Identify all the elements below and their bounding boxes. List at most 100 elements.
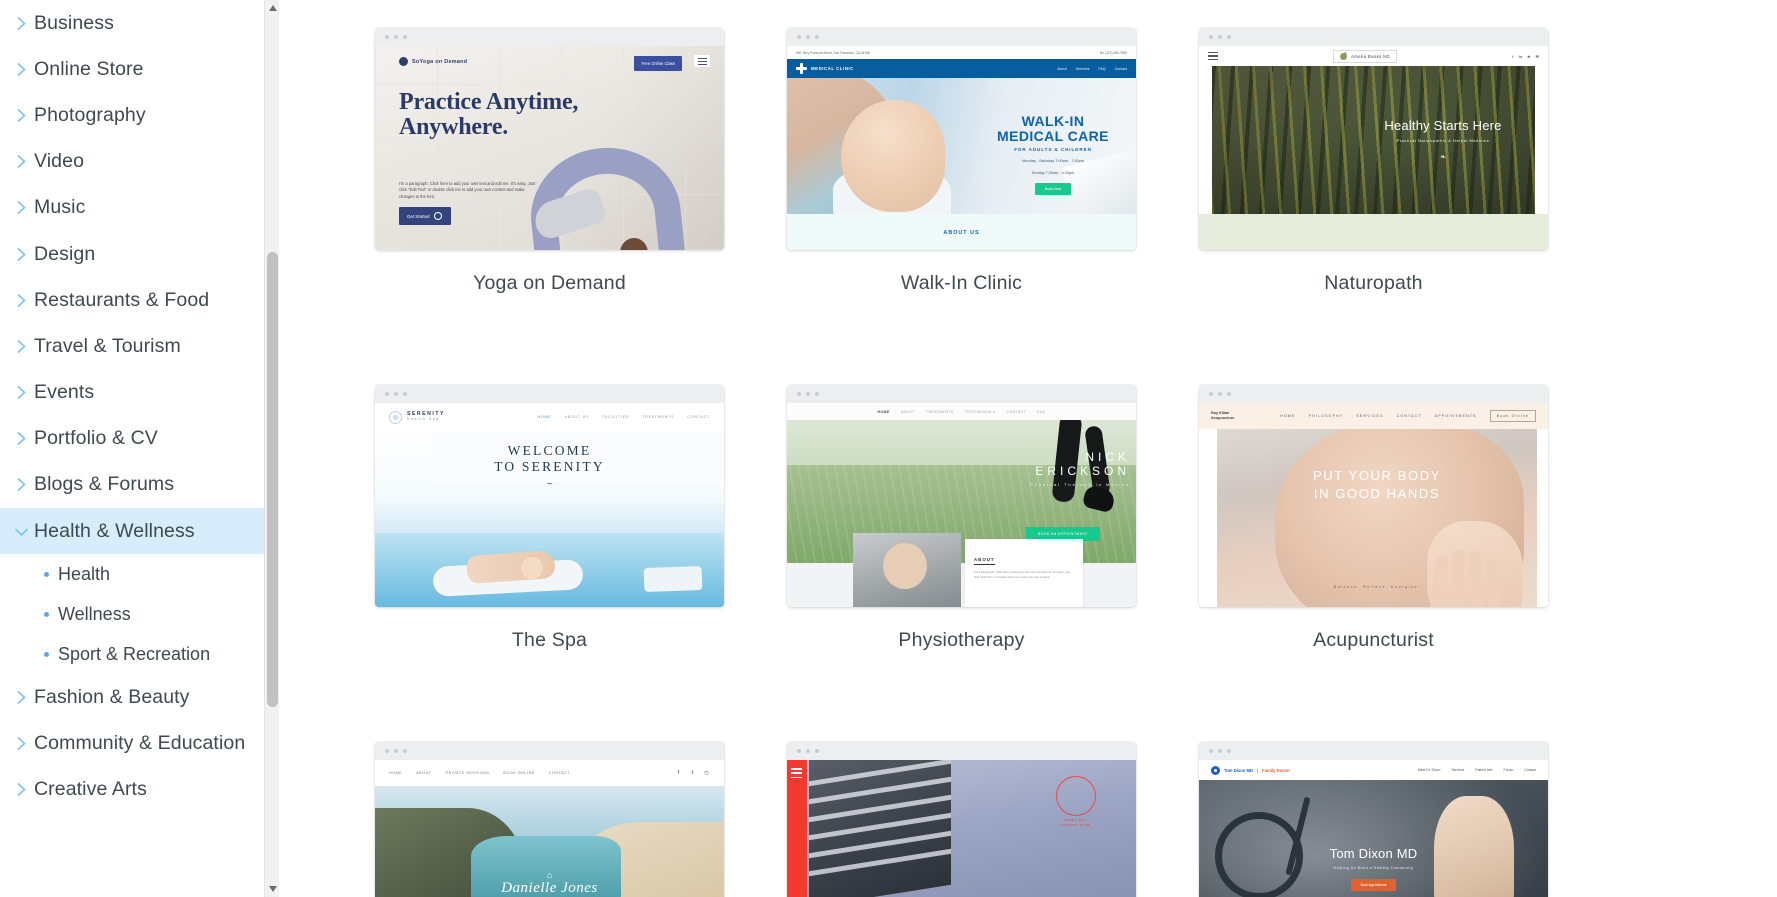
sidebar-item-label: Health & Wellness	[34, 519, 195, 542]
physio-nav-item-about[interactable]: ABOUT	[901, 410, 915, 414]
template-card-acupuncturist[interactable]: Ray Kilian Acupuncture HOME PHILOSOPHY S…	[1199, 385, 1611, 652]
sidebar-scrollbar[interactable]	[264, 0, 279, 897]
template-preview-danielle-jones: HOME ABOUT PRIVATE SESSIONS BOOK ONLINE …	[375, 760, 724, 897]
template-card-walk-in-clinic[interactable]: 500 Terry Francois Street, San Francisco…	[787, 28, 1199, 295]
physio-nav-item-treatments[interactable]: TREATMENTS	[926, 410, 954, 414]
template-card-the-spa[interactable]: SERENITY Health Spa HOME ABOUT US FACILI…	[375, 385, 787, 652]
sidebar-item-events[interactable]: Events	[0, 370, 279, 416]
template-card-family-doctor[interactable]: Tom Dixon MD | Family Doctor Meet Dr. Di…	[1199, 742, 1611, 897]
sidebar-item-photography[interactable]: Photography	[0, 92, 279, 138]
danielle-nav-item-home[interactable]: HOME	[389, 771, 402, 775]
doctor-hero-name: Tom Dixon MD	[1329, 846, 1418, 861]
template-thumbnail[interactable]: Ray Kilian Acupuncture HOME PHILOSOPHY S…	[1199, 385, 1548, 607]
sidebar-item-video[interactable]: Video	[0, 139, 279, 185]
sidebar-item-creative-arts[interactable]: Creative Arts	[0, 767, 279, 813]
doctor-nav-item-forum[interactable]: Forum	[1504, 768, 1514, 772]
spa-nav-item-treatments[interactable]: TREATMENTS	[642, 415, 674, 419]
doctor-nav-item-patient-info[interactable]: Patient Info	[1475, 768, 1492, 772]
acupuncture-nav-item-philosophy[interactable]: PHILOSOPHY	[1309, 414, 1344, 418]
hamburger-menu-icon[interactable]	[791, 768, 802, 779]
spa-nav-item-contact[interactable]: CONTACT	[687, 415, 710, 419]
template-card-title: Physiotherapy	[898, 629, 1025, 651]
clinic-nav-item[interactable]: Contact	[1115, 67, 1127, 71]
sidebar-subitem-sport-recreation[interactable]: Sport & Recreation	[0, 634, 279, 674]
template-thumbnail[interactable]: SoYoga on Demand Free Online Class Pract…	[375, 28, 724, 250]
clinic-nav-item[interactable]: FAQ	[1098, 67, 1105, 71]
sidebar-item-business[interactable]: Business	[0, 0, 279, 46]
template-thumbnail[interactable]: 500 Terry Francois Street, San Francisco…	[787, 28, 1136, 250]
template-thumbnail[interactable]: HOME ABOUT PRIVATE SESSIONS BOOK ONLINE …	[375, 742, 724, 897]
acupuncture-nav-item-appointments[interactable]: APPOINTMENTS	[1435, 414, 1477, 418]
yoga-cta-button[interactable]: Free Online Class	[634, 56, 682, 71]
template-card-naturopath[interactable]: Amelia Banks ND f in ★ ✉ Healthy Starts …	[1199, 28, 1611, 295]
doctor-nav-item-contact[interactable]: Contact	[1524, 768, 1536, 772]
physio-nav-item-contact[interactable]: CONTACT	[1007, 410, 1027, 414]
scrollbar-thumb[interactable]	[267, 252, 278, 707]
template-card-physiotherapy[interactable]: HOME ABOUT TREATMENTS TESTIMONIALS CONTA…	[787, 385, 1199, 652]
acupuncture-nav-item-contact[interactable]: CONTACT	[1397, 414, 1422, 418]
instagram-icon[interactable]: ◻	[703, 770, 710, 777]
naturopath-brand-label: Amelia Banks ND	[1351, 53, 1390, 59]
scroll-up-arrow-icon[interactable]	[265, 0, 279, 16]
template-thumbnail[interactable]: Tom Dixon MD | Family Doctor Meet Dr. Di…	[1199, 742, 1548, 897]
danielle-nav-item-book-online[interactable]: BOOK ONLINE	[503, 771, 534, 775]
template-thumbnail[interactable]: HOME ABOUT TREATMENTS TESTIMONIALS CONTA…	[787, 385, 1136, 607]
sidebar-item-music[interactable]: Music	[0, 185, 279, 231]
template-card-yoga-on-demand[interactable]: SoYoga on Demand Free Online Class Pract…	[375, 28, 787, 295]
facebook-icon[interactable]: f	[1512, 54, 1513, 59]
template-thumbnail[interactable]: ADAMS BAY RUNNING CLUB RUNNING FOR THE C…	[787, 742, 1136, 897]
doctor-book-button[interactable]: Book Appointment	[1350, 879, 1397, 891]
danielle-nav-item-about[interactable]: ABOUT	[416, 771, 431, 775]
spa-nav-item-facilities[interactable]: FACILITIES	[602, 415, 629, 419]
sidebar-item-health-wellness[interactable]: Health & Wellness	[0, 508, 279, 555]
sidebar-item-community-education[interactable]: Community & Education	[0, 720, 279, 766]
sidebar-item-travel-tourism[interactable]: Travel & Tourism	[0, 323, 279, 369]
twitter-icon[interactable]: t	[689, 770, 696, 777]
template-grid-area: SoYoga on Demand Free Online Class Pract…	[279, 0, 1777, 897]
sidebar-item-fashion-beauty[interactable]: Fashion & Beauty	[0, 674, 279, 720]
sidebar-item-design[interactable]: Design	[0, 231, 279, 277]
doctor-nav-item-services[interactable]: Services	[1451, 768, 1464, 772]
hamburger-menu-icon[interactable]	[1208, 51, 1218, 61]
acupuncture-nav-item-services[interactable]: SERVICES	[1356, 414, 1383, 418]
clinic-baby-figure	[841, 100, 945, 212]
sidebar-item-portfolio-cv[interactable]: Portfolio & CV	[0, 416, 279, 462]
sidebar-item-label: Design	[34, 242, 96, 265]
template-card-yoga-instructor[interactable]: HOME ABOUT PRIVATE SESSIONS BOOK ONLINE …	[375, 742, 787, 897]
star-icon[interactable]: ★	[1527, 54, 1531, 59]
physio-nav-item-testimonials[interactable]: TESTIMONIALS	[965, 410, 996, 414]
gear-icon	[1211, 765, 1220, 775]
sidebar-item-online-store[interactable]: Online Store	[0, 46, 279, 92]
template-thumbnail[interactable]: SERENITY Health Spa HOME ABOUT US FACILI…	[375, 385, 724, 607]
sidebar-item-label: Online Store	[34, 57, 144, 80]
yoga-get-started-button[interactable]: Get Started	[399, 207, 452, 226]
sidebar-item-restaurants-food[interactable]: Restaurants & Food	[0, 277, 279, 323]
template-thumbnail[interactable]: Amelia Banks ND f in ★ ✉ Healthy Starts …	[1199, 28, 1548, 250]
physio-hero-line1: NICK	[1085, 450, 1130, 464]
ornament-icon: ❧	[1440, 154, 1446, 161]
hamburger-menu-icon[interactable]	[694, 55, 710, 67]
template-card-running-club[interactable]: ADAMS BAY RUNNING CLUB RUNNING FOR THE C…	[787, 742, 1199, 897]
doctor-nav-item-meet[interactable]: Meet Dr. Dixon	[1418, 768, 1440, 772]
sidebar-subitem-wellness[interactable]: Wellness	[0, 594, 279, 634]
clinic-nav-item[interactable]: Services	[1076, 67, 1090, 71]
spa-nav-links: HOME ABOUT US FACILITIES TREATMENTS CONT…	[538, 415, 710, 419]
physio-nav-item-faq[interactable]: FAQ	[1037, 410, 1045, 414]
sidebar-subitem-health[interactable]: Health	[0, 554, 279, 594]
danielle-nav-item-private-sessions[interactable]: PRIVATE SESSIONS	[446, 771, 490, 775]
spa-nav-item-home[interactable]: HOME	[538, 415, 552, 419]
clinic-book-button[interactable]: Book Now	[1034, 183, 1072, 196]
facebook-icon[interactable]: f	[675, 770, 682, 777]
linkedin-icon[interactable]: in	[1518, 54, 1522, 59]
acupuncture-nav-item-home[interactable]: HOME	[1280, 414, 1295, 418]
acupuncture-book-button[interactable]: Book Online	[1489, 410, 1536, 422]
danielle-nav-item-contact[interactable]: CONTACT	[549, 771, 570, 775]
spa-nav-item-about[interactable]: ABOUT US	[565, 415, 590, 419]
physio-nav-item-home[interactable]: HOME	[878, 410, 890, 414]
naturopath-hero-image: Healthy Starts Here Practical Naturopath…	[1212, 66, 1535, 228]
clinic-nav-item[interactable]: About	[1057, 67, 1066, 71]
mail-icon[interactable]: ✉	[1536, 54, 1539, 59]
sidebar-item-label: Photography	[34, 103, 146, 126]
sidebar-item-blogs-forums[interactable]: Blogs & Forums	[0, 462, 279, 508]
scroll-down-arrow-icon[interactable]	[265, 881, 279, 897]
